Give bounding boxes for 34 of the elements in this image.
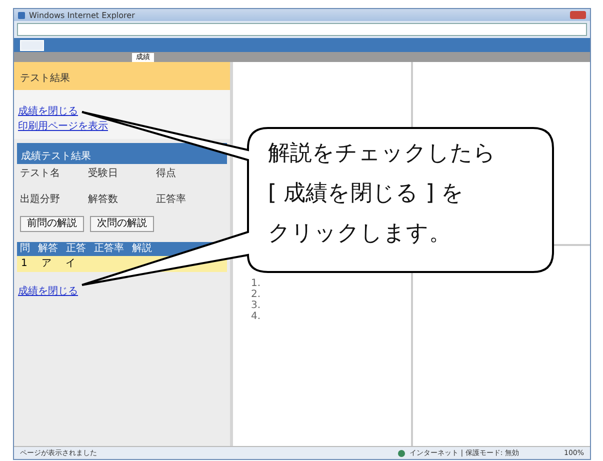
- field-label: 受験日: [88, 168, 119, 180]
- field-label: 正答率: [156, 194, 187, 206]
- table-cell: ア: [41, 258, 52, 270]
- callout-text: [ 成績を閉じる ] を: [268, 180, 466, 208]
- list-number: 2.: [251, 289, 262, 300]
- field-label: 出題分野: [20, 194, 61, 206]
- nav-button[interactable]: 前問の解説: [20, 216, 84, 232]
- column-header: 正答率: [94, 243, 124, 255]
- column-header: 解答: [38, 243, 58, 255]
- column-header: 問: [20, 243, 30, 255]
- column-header: 解説: [132, 243, 152, 255]
- field-label: テスト名: [20, 168, 61, 180]
- section-title: 成績テスト結果: [21, 151, 91, 162]
- globe-icon: [398, 450, 405, 456]
- table-cell: イ: [65, 258, 76, 270]
- window-title: Windows Internet Explorer: [29, 10, 135, 20]
- close-button[interactable]: [570, 11, 586, 19]
- callout-text: 解説をチェックしたら: [268, 140, 496, 168]
- address-bar[interactable]: [17, 23, 587, 36]
- link[interactable]: 成績を閉じる: [18, 286, 78, 298]
- nav-button[interactable]: 次問の解説: [90, 216, 154, 232]
- logo-icon: [20, 40, 44, 50]
- column-header: 正答: [66, 243, 86, 255]
- list-number: 1.: [251, 278, 262, 289]
- table-cell: 1: [21, 258, 28, 270]
- link[interactable]: 印刷用ページを表示: [18, 121, 108, 133]
- callout-text: クリックします。: [268, 220, 452, 248]
- field-label: 解答数: [88, 194, 119, 206]
- field-label: 得点: [156, 168, 177, 180]
- list-number: 4.: [251, 311, 262, 322]
- result-title: テスト結果: [20, 73, 70, 84]
- browser-icon: [18, 12, 25, 18]
- list-number: 3.: [251, 300, 262, 311]
- link[interactable]: 成績を閉じる: [18, 106, 78, 118]
